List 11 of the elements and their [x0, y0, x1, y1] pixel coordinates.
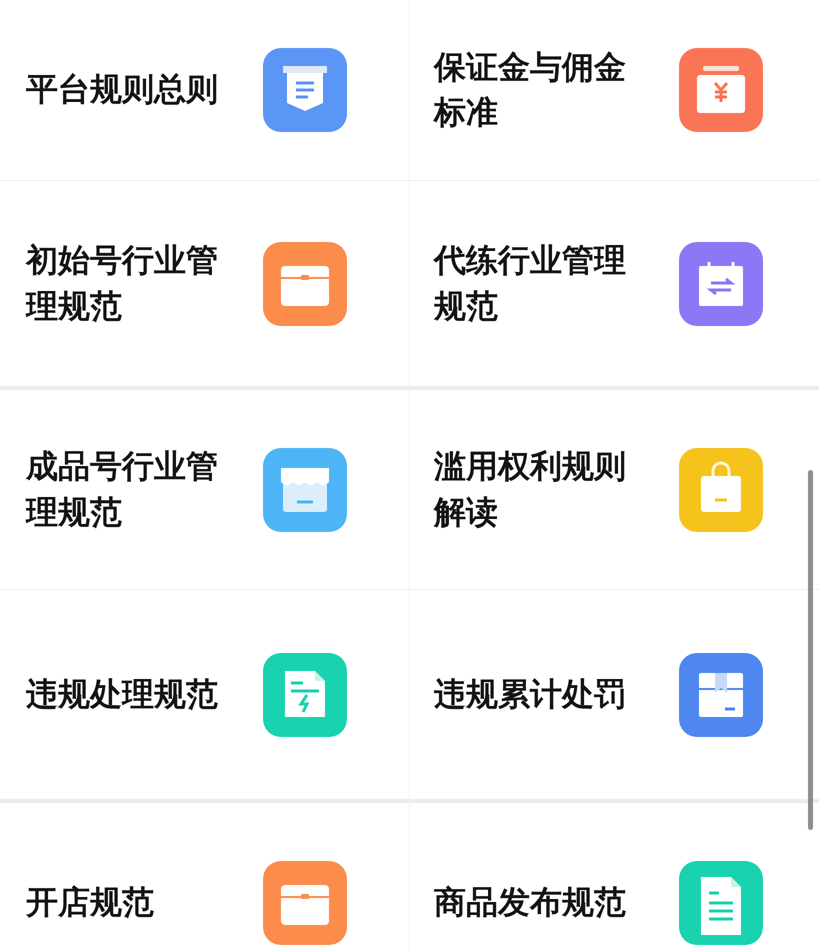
rule-title[interactable]: 平台规则总则 — [26, 67, 224, 113]
rule-title[interactable]: 违规累计处罚 — [434, 672, 632, 718]
rule-title[interactable]: 成品号行业管理规范 — [26, 444, 224, 535]
rule-title[interactable]: 代练行业管理规范 — [434, 238, 632, 329]
rule-title[interactable]: 商品发布规范 — [434, 880, 632, 926]
rule-title[interactable]: 保证金与佣金标准 — [434, 44, 632, 136]
rule-title[interactable]: 开店规范 — [26, 880, 224, 926]
rule-title[interactable]: 滥用权利规则解读 — [434, 444, 632, 535]
rule-title[interactable]: 初始号行业管理规范 — [26, 238, 224, 329]
scrollbar[interactable] — [808, 470, 813, 830]
rule-title[interactable]: 违规处理规范 — [26, 672, 224, 718]
